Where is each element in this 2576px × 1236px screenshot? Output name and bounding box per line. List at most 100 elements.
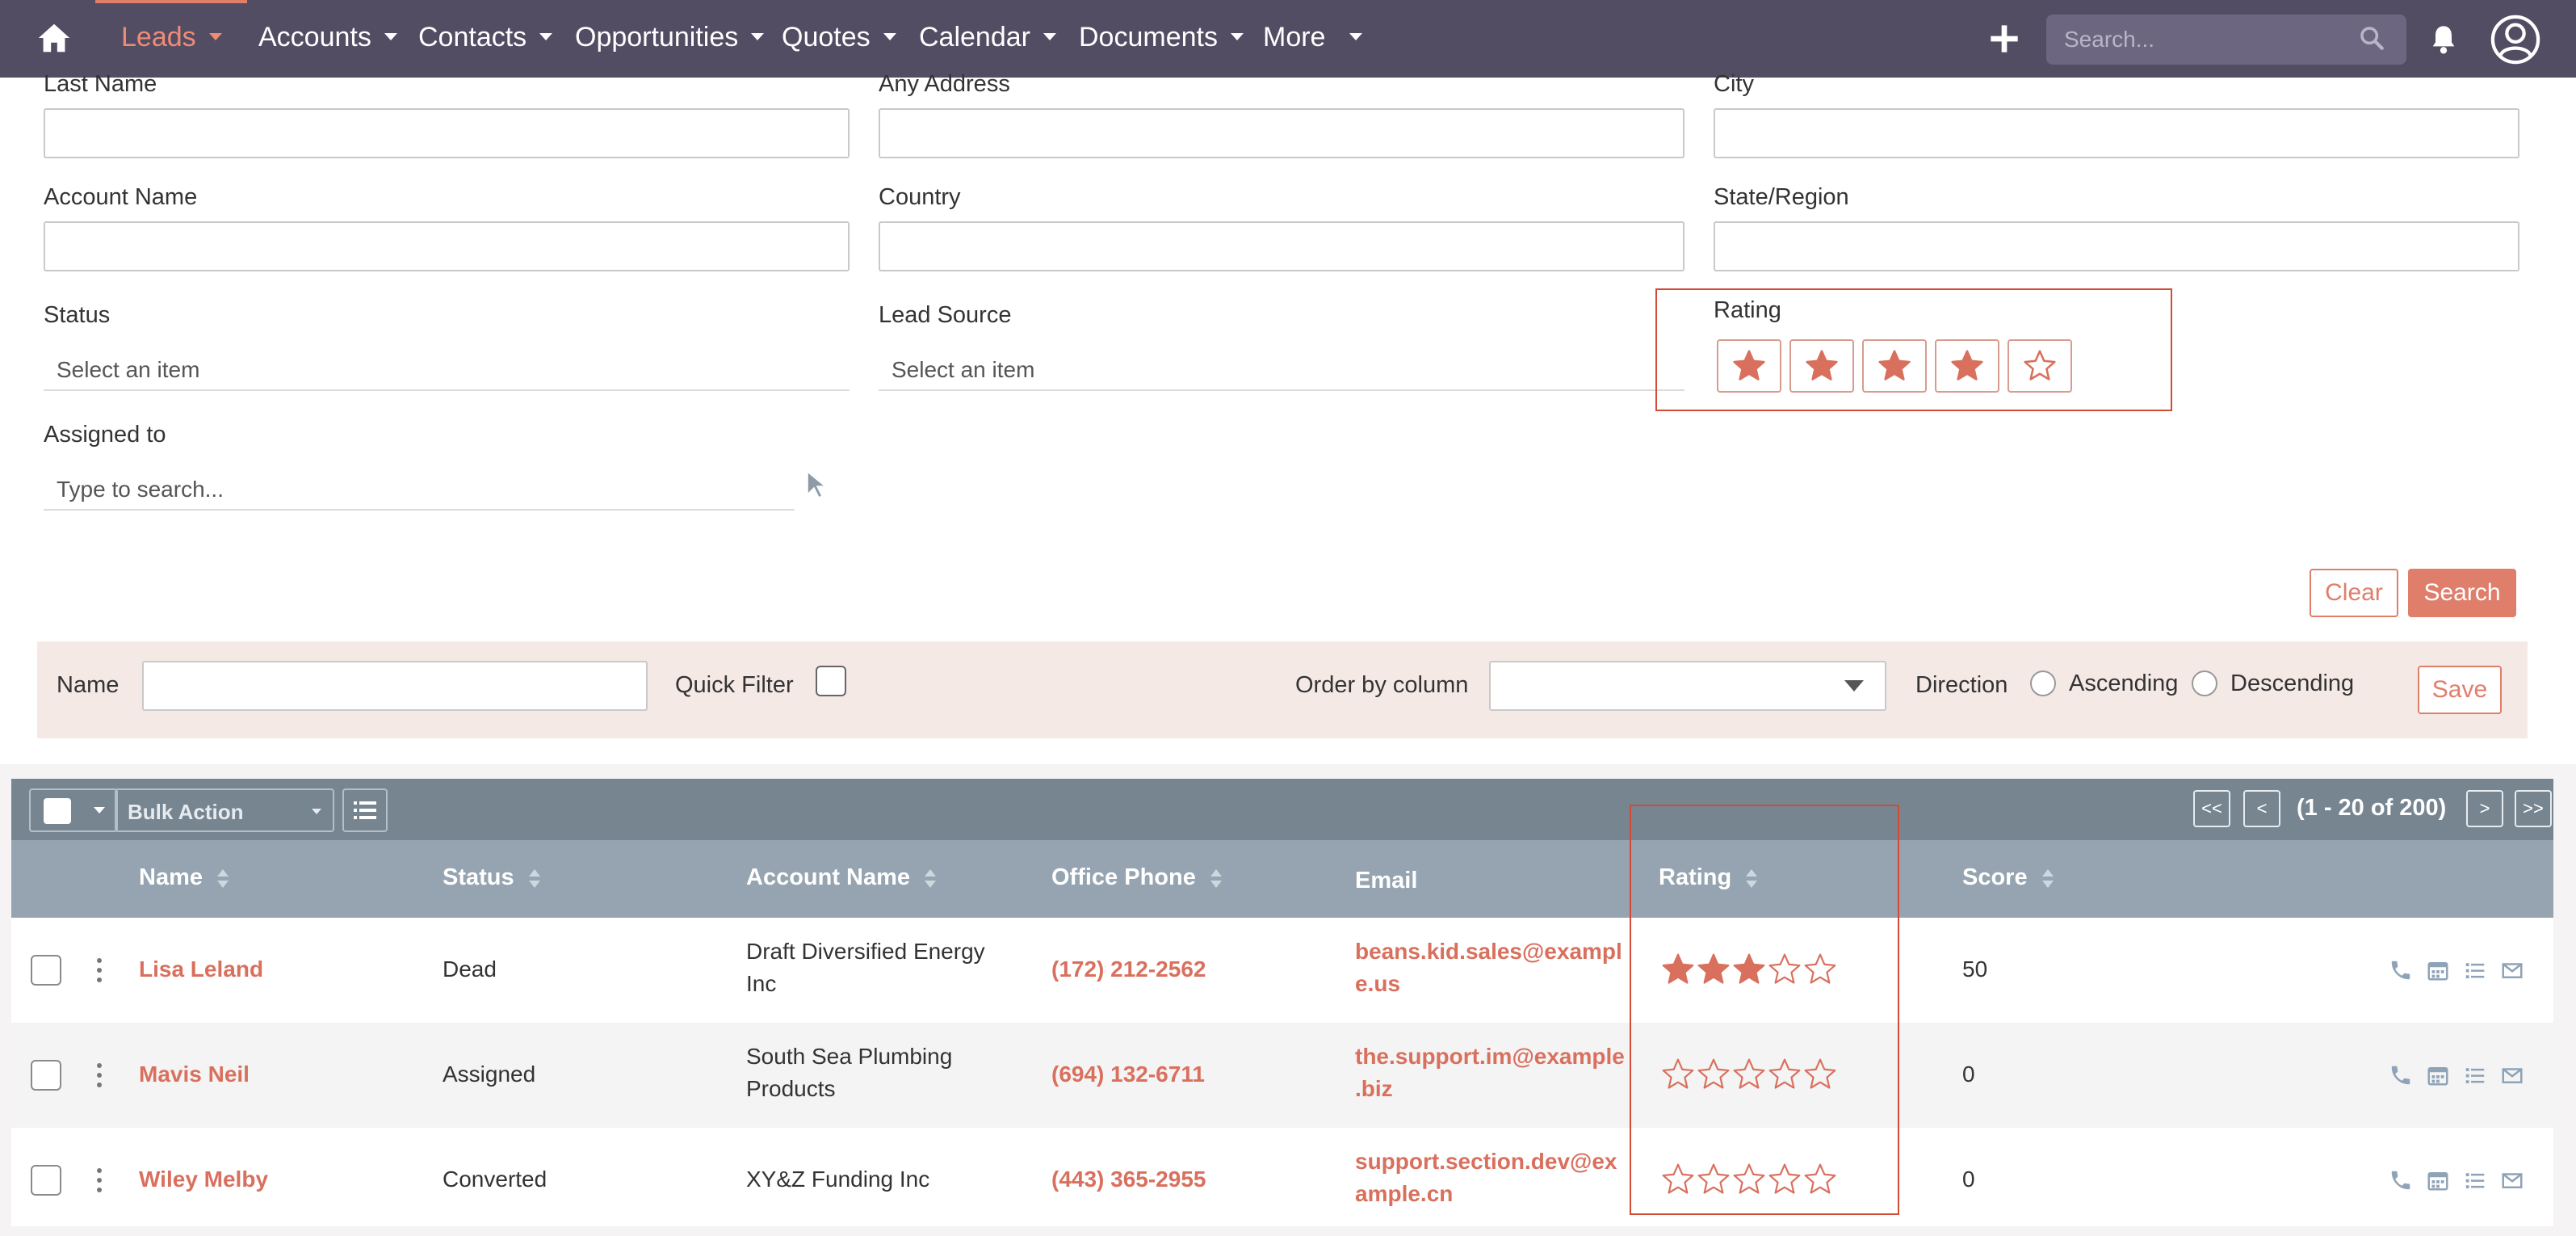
nav-item-calendar[interactable]: Calendar [919,22,1056,53]
search-button[interactable]: Search [2408,569,2516,617]
rating-star-button[interactable] [2008,339,2072,393]
select-all-checkbox[interactable] [44,798,71,824]
chevron-down-icon [1349,32,1363,40]
next-page-button[interactable]: > [2466,790,2503,827]
column-header-label: Name [139,864,203,890]
filter-name-input[interactable] [142,661,648,711]
row-checkbox[interactable] [31,955,61,986]
rating-star-button[interactable] [1862,339,1927,393]
nav-item-leads[interactable]: Leads [121,22,222,53]
ascending-radio[interactable] [2030,671,2056,696]
task-list-icon[interactable] [2463,958,2487,982]
rating-star-button[interactable] [1935,339,1999,393]
office-phone-link[interactable]: (443) 365-2955 [1051,1163,1206,1196]
row-checkbox[interactable] [31,1165,61,1196]
last-page-button[interactable]: >> [2515,790,2552,827]
chevron-down-icon [539,32,553,40]
global-search-input[interactable] [2046,15,2406,65]
save-filter-button[interactable]: Save [2418,666,2502,714]
phone-icon[interactable] [2389,1063,2413,1087]
ascending-label: Ascending [2069,671,2179,696]
phone-icon[interactable] [2389,1168,2413,1192]
email-link[interactable]: the.support.im@example .biz [1355,1041,1625,1105]
search-icon[interactable] [2358,24,2385,52]
column-header-label: Account Name [746,864,911,890]
chevron-down-icon [751,32,765,40]
column-header-office-phone[interactable]: Office Phone [1051,864,1222,891]
office-phone-link[interactable]: (172) 212-2562 [1051,953,1206,986]
email-icon[interactable] [2500,958,2524,982]
nav-item-accounts[interactable]: Accounts [258,22,397,53]
account-name-label: Account Name [44,184,198,210]
bulk-action-dropdown[interactable]: Bulk Action [115,788,334,832]
star-icon [1733,1163,1765,1194]
account-name-input[interactable] [44,221,850,271]
select-all-dropdown[interactable] [29,788,118,832]
row-checkbox[interactable] [31,1060,61,1091]
calendar-icon[interactable] [2426,1063,2450,1087]
status-select[interactable]: Select an item [44,339,850,391]
state-region-input[interactable] [1714,221,2519,271]
pagination-info: (1 - 20 of 200) [2297,795,2447,821]
column-header-account-name[interactable]: Account Name [746,864,937,891]
last-name-input[interactable] [44,108,850,158]
lead-name-link[interactable]: Wiley Melby [139,1163,268,1196]
task-list-icon[interactable] [2463,1168,2487,1192]
kebab-menu-icon[interactable] [97,1063,102,1087]
calendar-icon[interactable] [2426,958,2450,982]
first-page-button[interactable]: << [2193,790,2230,827]
column-header-score[interactable]: Score [1962,864,2054,891]
lead-source-select[interactable]: Select an item [879,339,1684,391]
bell-icon[interactable] [2427,23,2460,57]
kebab-menu-icon[interactable] [97,1168,102,1192]
user-icon[interactable] [2490,15,2540,65]
phone-icon[interactable] [2389,958,2413,982]
sort-icon [1746,869,1758,890]
score-cell: 50 [1962,956,1988,982]
kebab-menu-icon[interactable] [97,958,102,982]
office-phone-link[interactable]: (694) 132-6711 [1051,1058,1205,1091]
star-icon [1697,1163,1730,1194]
task-list-icon[interactable] [2463,1063,2487,1087]
assigned-to-input[interactable]: Type to search... [44,459,795,511]
nav-item-more[interactable]: More [1263,22,1363,53]
email-icon[interactable] [2500,1168,2524,1192]
status-cell: Dead [443,956,497,982]
nav-item-opportunities[interactable]: Opportunities [575,22,765,53]
lead-name-link[interactable]: Mavis Neil [139,1058,250,1091]
star-icon [1804,1058,1836,1089]
plus-icon[interactable] [1988,23,2020,55]
star-icon [1733,350,1765,380]
email-link[interactable]: beans.kid.sales@exampl e.us [1355,935,1622,1000]
order-by-select[interactable] [1489,661,1886,711]
column-chooser-button[interactable] [342,788,388,832]
rating-star-button[interactable] [1789,339,1854,393]
nav-item-contacts[interactable]: Contacts [418,22,553,53]
descending-radio[interactable] [2192,671,2217,696]
country-input[interactable] [879,221,1684,271]
any-address-label: Any Address [879,71,1010,97]
quick-filter-checkbox[interactable] [816,666,846,696]
email-icon[interactable] [2500,1063,2524,1087]
star-icon [1697,953,1730,984]
column-header-rating[interactable]: Rating [1659,864,1758,891]
state-region-label: State/Region [1714,184,1849,210]
table-row: Wiley Melby Converted XY&Z Funding Inc (443… [11,1128,2553,1233]
city-input[interactable] [1714,108,2519,158]
rating-stars [1662,953,1836,984]
column-header-status[interactable]: Status [443,864,540,891]
column-header-name[interactable]: Name [139,864,229,891]
lead-name-link[interactable]: Lisa Leland [139,953,263,986]
email-link[interactable]: support.section.dev@ex ample.cn [1355,1146,1617,1210]
nav-item-documents[interactable]: Documents [1079,22,1244,53]
rating-star-button[interactable] [1717,339,1781,393]
column-header-label: Office Phone [1051,864,1196,890]
email-line: the.support.im@example [1355,1044,1625,1069]
calendar-icon[interactable] [2426,1168,2450,1192]
clear-button[interactable]: Clear [2310,569,2398,617]
nav-item-quotes[interactable]: Quotes [782,22,896,53]
home-icon[interactable] [36,19,73,57]
star-icon [1662,1163,1694,1194]
prev-page-button[interactable]: < [2243,790,2280,827]
any-address-input[interactable] [879,108,1684,158]
